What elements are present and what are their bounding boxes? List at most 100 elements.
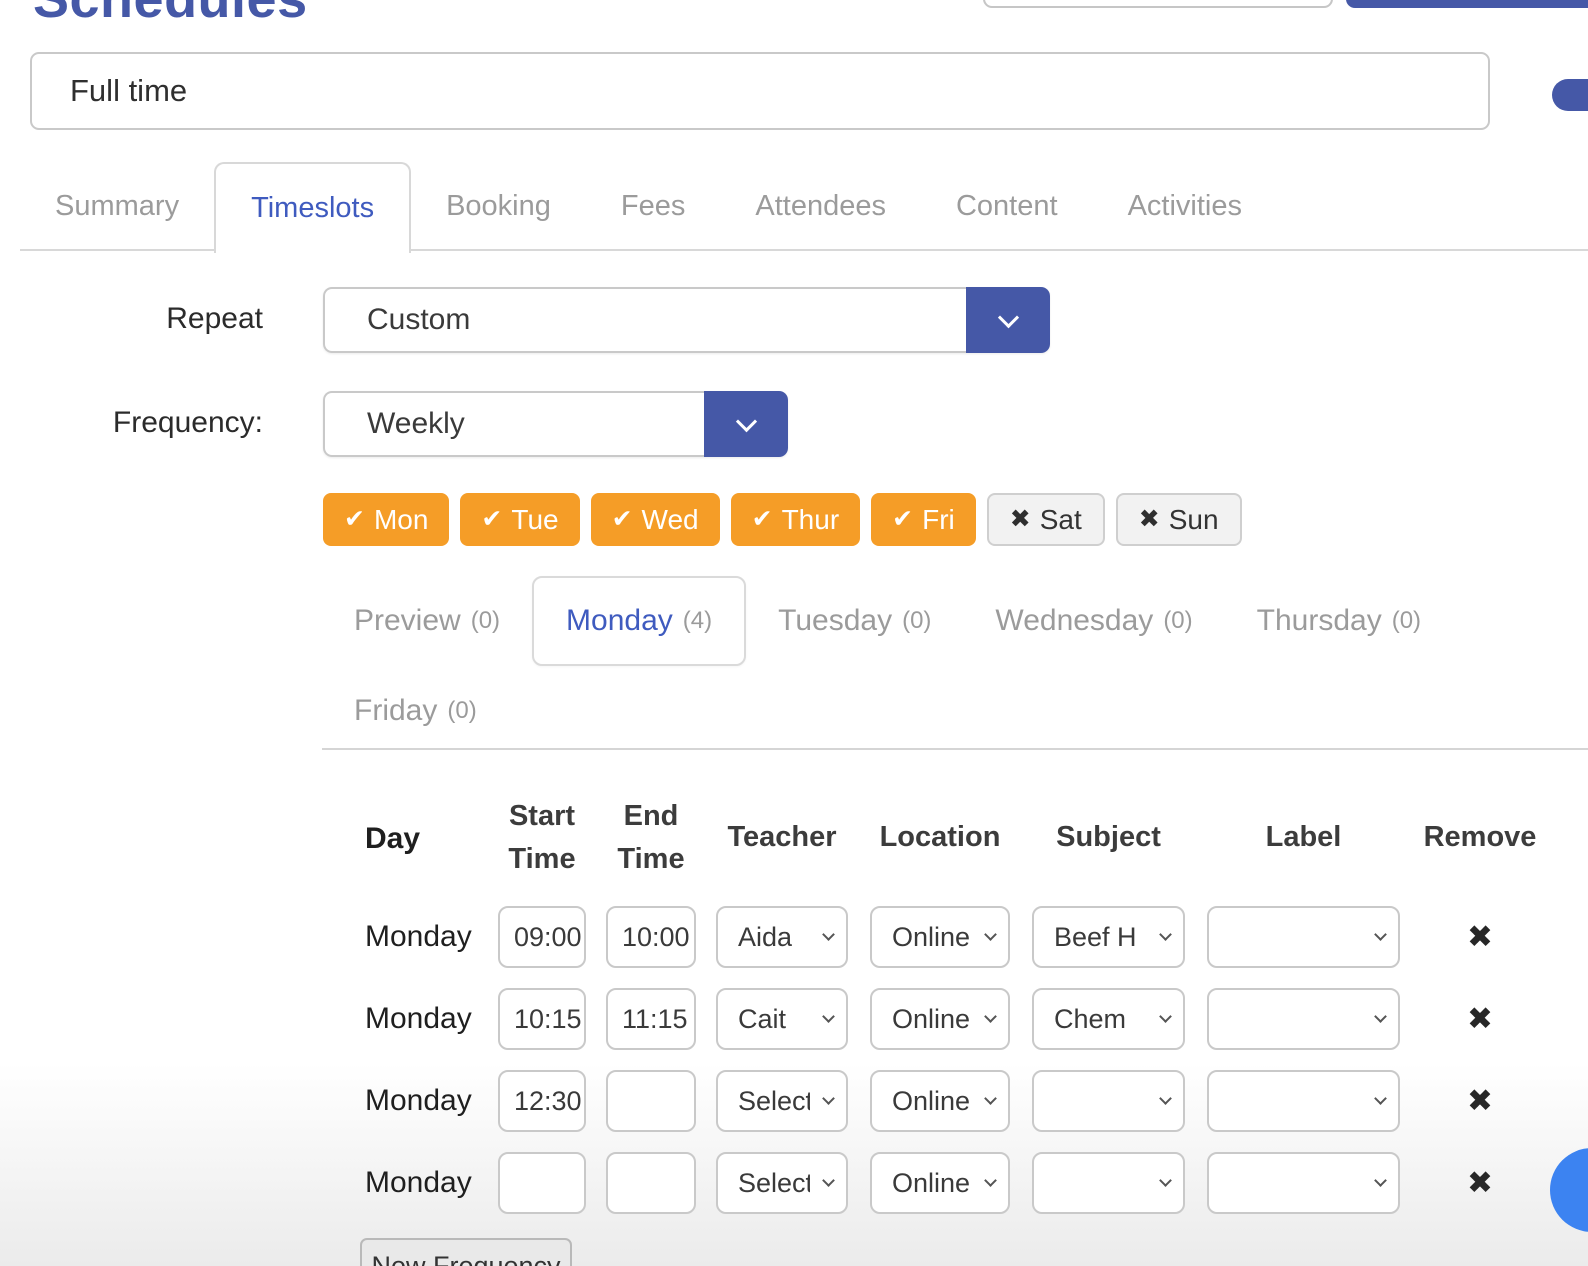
search-input[interactable] [983,0,1333,8]
row-day-label: Monday [365,1084,472,1118]
frequency-dropdown-button[interactable] [704,391,788,457]
repeat-dropdown-button[interactable] [966,287,1050,353]
header-day: Day [352,788,492,888]
subject-select[interactable] [1032,1152,1185,1214]
day-tab-count: (0) [902,607,931,635]
location-select-value: Online [892,922,970,953]
start-time-input[interactable] [498,1152,586,1214]
new-frequency-button[interactable]: New Frequency [360,1238,572,1266]
day-toggle-sun[interactable]: ✖ Sun [1116,493,1242,546]
day-toggle-thur[interactable]: ✔ Thur [731,493,861,546]
teacher-select[interactable]: Select [716,1070,848,1132]
end-time-input[interactable] [606,988,696,1050]
check-icon: ✔ [612,507,633,532]
day-toggle-sat[interactable]: ✖ Sat [987,493,1105,546]
day-tab-count: (0) [1163,607,1192,635]
header-end-time: End Time [606,788,696,888]
subject-select[interactable]: Chem [1032,988,1185,1050]
day-toggle-bar: ✔Mon✔Tue ✔ Wed ✔ Thur ✔Fri ✖ Sat ✖ Sun [323,493,1242,546]
day-toggle-label: Sat [1040,504,1082,536]
day-tab-preview[interactable]: Preview(0) [322,576,532,666]
end-time-input[interactable] [606,906,696,968]
day-tab-tuesday[interactable]: Tuesday (0) [746,576,963,666]
teacher-select[interactable]: Select [716,1152,848,1214]
day-toggle-fri[interactable]: ✔Fri [871,493,976,546]
x-icon: ✖ [1010,507,1031,532]
location-select[interactable]: Online [870,1152,1010,1214]
schedule-name-input[interactable] [30,52,1490,130]
day-toggle-mon[interactable]: ✔Mon [323,493,449,546]
tab-bar: SummaryTimeslotsBookingFeesAttendeesCont… [20,162,1588,251]
day-toggle-label: Fri [922,504,955,536]
subject-select[interactable] [1032,1070,1185,1132]
toggle-switch[interactable] [1552,79,1588,111]
tab-summary[interactable]: Summary [20,162,214,251]
repeat-value: Custom [367,303,470,337]
day-toggle-wed[interactable]: ✔ Wed [591,493,720,546]
day-tab-label: Tuesday [778,604,892,638]
top-action-button[interactable] [1346,0,1588,8]
label-select[interactable] [1207,906,1400,968]
table-row: MondayCaitOnlineChem✖ [0,978,1588,1060]
tab-attendees[interactable]: Attendees [720,162,921,251]
teacher-select[interactable]: Aida [716,906,848,968]
check-icon: ✔ [752,507,773,532]
remove-row-button[interactable]: ✖ [1467,919,1493,955]
tab-timeslots[interactable]: Timeslots [214,162,411,253]
timeslot-table-body: Monday Aida Online Beef H ✖ Monday Cait Online C… [0,896,1588,1224]
day-tab-wednesday[interactable]: Wednesday (0) [963,576,1224,666]
teacher-select[interactable]: Cait [716,988,848,1050]
day-toggle-label: Sun [1169,504,1219,536]
day-toggle-label: Wed [642,504,699,536]
header-teacher: Teacher [716,788,848,888]
frequency-select[interactable]: Weekly [323,391,788,457]
chevron-down-icon [984,928,997,941]
location-select[interactable]: Online [870,988,1010,1050]
label-select[interactable] [1207,1152,1400,1214]
day-tab-thursday[interactable]: Thursday(0) [1225,576,1453,666]
frequency-value: Weekly [367,407,465,441]
tab-activities[interactable]: Activities [1093,162,1277,251]
table-row: Monday Select Online ✖ [0,1060,1588,1142]
day-tab-monday[interactable]: Monday (4) [532,576,746,666]
chevron-down-icon [1374,928,1387,941]
chevron-down-icon [735,411,756,432]
page-title: Schedules [33,0,308,28]
location-select[interactable]: Online [870,906,1010,968]
day-tab-label: Preview [354,604,461,638]
chevron-down-icon [1374,1092,1387,1105]
start-time-input[interactable] [498,988,586,1050]
frequency-label: Frequency: [0,406,263,440]
chevron-down-icon [984,1010,997,1023]
row-day-cell: Monday [352,1142,492,1224]
chevron-down-icon [1159,1174,1172,1187]
chevron-down-icon [1159,1092,1172,1105]
x-icon: ✖ [1139,507,1160,532]
start-time-input[interactable] [498,1070,586,1132]
row-day-cell: Monday [352,1060,492,1142]
day-tab-label: Monday [566,604,673,638]
label-select[interactable] [1207,1070,1400,1132]
chevron-down-icon [822,1174,835,1187]
tab-content[interactable]: Content [921,162,1093,251]
row-day-label: Monday [365,920,472,954]
day-toggle-label: Thur [782,504,840,536]
end-time-input[interactable] [606,1070,696,1132]
end-time-input[interactable] [606,1152,696,1214]
day-tab-label: Wednesday [995,604,1153,638]
location-select[interactable]: Online [870,1070,1010,1132]
chevron-down-icon [1374,1010,1387,1023]
repeat-select[interactable]: Custom [323,287,1050,353]
remove-row-button[interactable]: ✖ [1467,1165,1493,1201]
label-select[interactable] [1207,988,1400,1050]
header-start-time: Start Time [498,788,586,888]
day-tab-count: (4) [683,607,712,635]
remove-row-button[interactable]: ✖ [1467,1083,1493,1119]
day-tab-friday[interactable]: Friday(0) [322,666,509,756]
start-time-input[interactable] [498,906,586,968]
tab-booking[interactable]: Booking [411,162,586,251]
day-toggle-tue[interactable]: ✔Tue [460,493,579,546]
subject-select[interactable]: Beef H [1032,906,1185,968]
tab-fees[interactable]: Fees [586,162,720,251]
remove-row-button[interactable]: ✖ [1467,1001,1493,1037]
